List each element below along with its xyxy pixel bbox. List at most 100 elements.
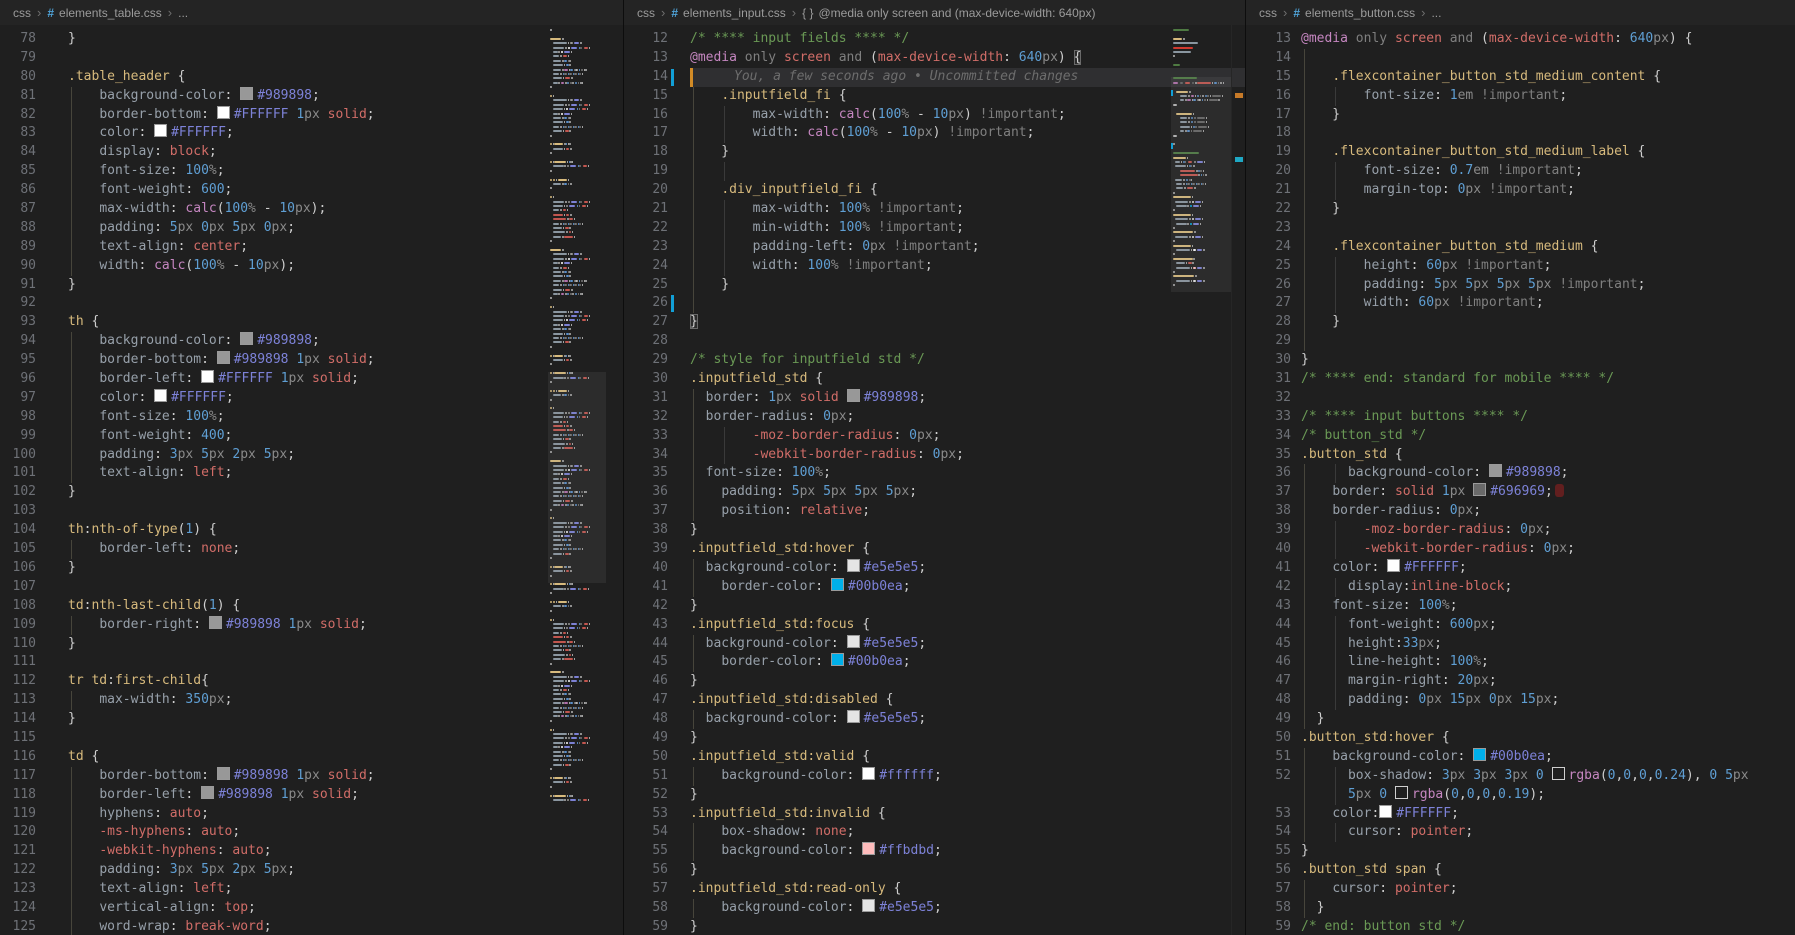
line-number[interactable]	[1246, 786, 1291, 805]
line-number[interactable]: 37	[624, 502, 668, 521]
code-line[interactable]: 112tr td:first-child{	[0, 672, 623, 691]
code-line[interactable]: 36 background-color: #989898;	[1246, 464, 1795, 483]
line-number[interactable]: 42	[624, 597, 668, 616]
code-line[interactable]: 102}	[0, 483, 623, 502]
code-line[interactable]: 53 color:#FFFFFF;	[1246, 805, 1795, 824]
code-line[interactable]: 31 border: 1px solid #989898;	[624, 389, 1246, 408]
breadcrumb-item[interactable]: ...	[178, 6, 188, 20]
code-line[interactable]: 118 border-left: #989898 1px solid;	[0, 786, 623, 805]
line-number[interactable]: 58	[624, 899, 668, 918]
line-number[interactable]: 100	[0, 446, 36, 465]
code-line[interactable]: 115	[0, 729, 623, 748]
line-number[interactable]: 47	[624, 691, 668, 710]
code-line[interactable]: 16 font-size: 1em !important;	[1246, 87, 1795, 106]
line-number[interactable]: 87	[0, 200, 36, 219]
code-line[interactable]: 57.inputfield_std:read-only {	[624, 880, 1246, 899]
line-number[interactable]: 41	[624, 578, 668, 597]
code-line[interactable]: 55 background-color: #ffbdbd;	[624, 842, 1246, 861]
code-line[interactable]: 34/* button_std */	[1246, 427, 1795, 446]
line-number[interactable]: 95	[0, 351, 36, 370]
code-line[interactable]: 23 padding-left: 0px !important;	[624, 238, 1246, 257]
code-line[interactable]: 20 font-size: 0.7em !important;	[1246, 162, 1795, 181]
color-swatch[interactable]	[154, 124, 167, 137]
code-line[interactable]: 52 box-shadow: 3px 3px 3px 0 rgba(0,0,0,…	[1246, 767, 1795, 786]
line-number[interactable]: 30	[1246, 351, 1291, 370]
code-line[interactable]: 40 background-color: #e5e5e5;	[624, 559, 1246, 578]
code-line[interactable]: 101 text-align: left;	[0, 464, 623, 483]
line-number[interactable]: 56	[1246, 861, 1291, 880]
code-line[interactable]: 32	[1246, 389, 1795, 408]
line-number[interactable]: 111	[0, 653, 36, 672]
code-line[interactable]: 42 display:inline-block;	[1246, 578, 1795, 597]
code-line[interactable]: 99 font-weight: 400;	[0, 427, 623, 446]
code-line[interactable]: 22 min-width: 100% !important;	[624, 219, 1246, 238]
line-number[interactable]: 59	[624, 918, 668, 935]
line-number[interactable]: 101	[0, 464, 36, 483]
code-line[interactable]: 109 border-right: #989898 1px solid;	[0, 616, 623, 635]
code-line[interactable]: 59/* end: button std */	[1246, 918, 1795, 935]
code-line[interactable]: 104th:nth-of-type(1) {	[0, 521, 623, 540]
code-line[interactable]: 44 background-color: #e5e5e5;	[624, 635, 1246, 654]
code-line[interactable]: 91}	[0, 276, 623, 295]
code-line[interactable]: 108td:nth-last-child(1) {	[0, 597, 623, 616]
minimap[interactable]	[1171, 29, 1231, 297]
line-number[interactable]: 99	[0, 427, 36, 446]
line-number[interactable]: 106	[0, 559, 36, 578]
line-number[interactable]: 32	[1246, 389, 1291, 408]
breadcrumb-item[interactable]: elements_button.css	[1305, 6, 1415, 20]
code-line[interactable]: 18	[1246, 124, 1795, 143]
line-number[interactable]: 27	[624, 313, 668, 332]
line-number[interactable]: 104	[0, 521, 36, 540]
code-line[interactable]: 25 }	[624, 276, 1246, 295]
code-line[interactable]: 120 -ms-hyphens: auto;	[0, 823, 623, 842]
code-line[interactable]: 50.inputfield_std:valid {	[624, 748, 1246, 767]
code-line[interactable]: 24 width: 100% !important;	[624, 257, 1246, 276]
code-line[interactable]: 38 border-radius: 0px;	[1246, 502, 1795, 521]
line-number[interactable]: 21	[624, 200, 668, 219]
code-line[interactable]: 116td {	[0, 748, 623, 767]
line-number[interactable]: 38	[624, 521, 668, 540]
code-line[interactable]: 111	[0, 653, 623, 672]
color-swatch[interactable]	[201, 370, 214, 383]
color-swatch[interactable]	[862, 899, 875, 912]
code-line[interactable]: 85 font-size: 100%;	[0, 162, 623, 181]
color-swatch[interactable]	[1379, 805, 1392, 818]
line-number[interactable]: 33	[1246, 408, 1291, 427]
code-line[interactable]: 57 cursor: pointer;	[1246, 880, 1795, 899]
line-number[interactable]: 44	[624, 635, 668, 654]
color-swatch[interactable]	[1395, 786, 1408, 799]
code-line[interactable]: 35 font-size: 100%;	[624, 464, 1246, 483]
line-number[interactable]: 117	[0, 767, 36, 786]
line-number[interactable]: 103	[0, 502, 36, 521]
code-line[interactable]: 13@media only screen and (max-device-wid…	[1246, 30, 1795, 49]
code-line[interactable]: 30.inputfield_std {	[624, 370, 1246, 389]
line-number[interactable]: 18	[1246, 124, 1291, 143]
line-number[interactable]: 34	[624, 446, 668, 465]
line-number[interactable]: 25	[624, 276, 668, 295]
line-number[interactable]: 14	[624, 68, 668, 87]
line-number[interactable]: 51	[624, 767, 668, 786]
line-number[interactable]: 36	[1246, 464, 1291, 483]
code-line[interactable]: 29/* style for inputfield std */	[624, 351, 1246, 370]
code-line[interactable]: 110}	[0, 635, 623, 654]
line-number[interactable]: 17	[624, 124, 668, 143]
line-number[interactable]: 29	[1246, 332, 1291, 351]
code-line[interactable]: 19 .flexcontainer_button_std_medium_labe…	[1246, 143, 1795, 162]
line-number[interactable]: 31	[624, 389, 668, 408]
line-number[interactable]: 34	[1246, 427, 1291, 446]
minimap-slider[interactable]	[1171, 77, 1231, 292]
code-line[interactable]: 36 padding: 5px 5px 5px 5px;	[624, 483, 1246, 502]
color-swatch[interactable]	[217, 351, 230, 364]
line-number[interactable]: 49	[1246, 710, 1291, 729]
code-line[interactable]: 56.button_std span {	[1246, 861, 1795, 880]
line-number[interactable]: 125	[0, 918, 36, 935]
line-number[interactable]: 36	[624, 483, 668, 502]
line-number[interactable]: 26	[624, 294, 668, 313]
code-line[interactable]: 88 padding: 5px 0px 5px 0px;	[0, 219, 623, 238]
line-number[interactable]: 16	[1246, 87, 1291, 106]
line-number[interactable]: 50	[1246, 729, 1291, 748]
line-number[interactable]: 49	[624, 729, 668, 748]
code-line[interactable]: 18 }	[624, 143, 1246, 162]
code-line[interactable]: 82 border-bottom: #FFFFFF 1px solid;	[0, 106, 623, 125]
code-line[interactable]: 27}	[624, 313, 1246, 332]
